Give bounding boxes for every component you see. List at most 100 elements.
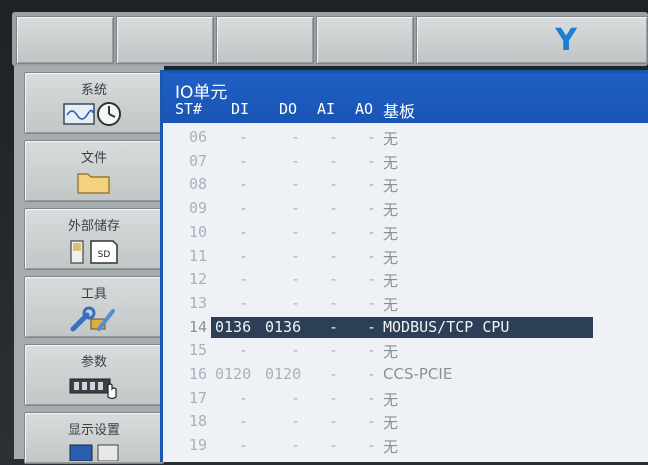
cell-board: 无 xyxy=(383,153,399,172)
cell-ai: - xyxy=(329,365,339,383)
cell-do: 0120 xyxy=(265,365,302,383)
side-menu: 系统 文件 外部储存 SD 工具 参数 显示设置 xyxy=(14,66,164,464)
cell-do: - xyxy=(291,436,301,455)
cell-st: 09 xyxy=(189,199,208,218)
cell-do: - xyxy=(291,388,301,407)
cell-st: 08 xyxy=(189,175,208,194)
column-header-di: DI xyxy=(231,100,250,118)
cell-st: 13 xyxy=(189,293,208,312)
table-row[interactable]: 10- - - - 无 xyxy=(163,221,648,244)
cell-di: - xyxy=(239,270,249,289)
cell-di: - xyxy=(239,341,249,360)
menu-button-system[interactable]: 系统 xyxy=(24,72,164,134)
column-header-ai: AI xyxy=(317,100,336,118)
cell-do: 0136 xyxy=(265,317,302,336)
cell-ao: - xyxy=(367,317,377,336)
table-row[interactable]: 13- - - - 无 xyxy=(163,292,648,315)
cell-board: 无 xyxy=(383,343,399,362)
softkey-2[interactable] xyxy=(116,16,214,64)
cell-st: 06 xyxy=(189,128,208,146)
cell-ai: - xyxy=(329,293,339,312)
cell-do: - xyxy=(291,222,301,241)
softkey-4[interactable] xyxy=(316,16,414,64)
parameter-icon xyxy=(68,373,120,405)
cell-di: - xyxy=(239,293,249,312)
cell-do: - xyxy=(291,175,301,194)
table-row[interactable]: 15- - - - 无 xyxy=(163,339,648,362)
column-header-do: DO xyxy=(279,100,298,118)
cell-ai: - xyxy=(329,128,339,146)
menu-label: 工具 xyxy=(80,287,107,302)
cell-ai: - xyxy=(329,436,339,455)
cell-ai: - xyxy=(329,388,339,407)
cell-do: - xyxy=(291,246,301,265)
cell-st: 14 xyxy=(189,317,208,336)
system-clock-icon xyxy=(62,101,126,131)
menu-label: 外部储存 xyxy=(67,219,120,234)
menu-button-tools[interactable]: 工具 xyxy=(24,276,164,338)
menu-label: 文件 xyxy=(80,151,107,166)
cell-ai: - xyxy=(329,222,339,241)
menu-button-display-settings[interactable]: 显示设置 xyxy=(24,412,164,464)
softkey-1[interactable] xyxy=(16,16,114,64)
cell-ao: - xyxy=(367,436,377,455)
softkey-3[interactable] xyxy=(216,16,314,64)
cell-di: - xyxy=(239,436,249,455)
cell-board: MODBUS/TCP CPU xyxy=(383,317,510,336)
menu-button-file[interactable]: 文件 xyxy=(24,140,164,202)
column-header-st: ST# xyxy=(175,100,203,118)
display-settings-icon xyxy=(64,441,124,465)
tools-icon xyxy=(69,305,119,337)
cell-ai: - xyxy=(329,151,339,170)
cell-ao: - xyxy=(367,246,377,265)
cell-board: 无 xyxy=(383,248,399,267)
cell-ai: - xyxy=(329,270,339,289)
table-row[interactable]: 18- - - - 无 xyxy=(163,410,648,433)
table-row[interactable]: 14 0136 0136- - MODBUS/TCP CPU xyxy=(163,316,648,339)
menu-label: 系统 xyxy=(80,83,107,98)
column-header-board: 基板 xyxy=(383,102,416,121)
cell-ao: - xyxy=(367,293,377,312)
cell-board: 无 xyxy=(383,390,399,409)
menu-label: 参数 xyxy=(80,355,107,370)
cell-board: 无 xyxy=(383,177,399,196)
cell-do: - xyxy=(291,293,301,312)
softkey-y[interactable]: Y xyxy=(416,16,648,64)
table-row[interactable]: 19- - - - 无 xyxy=(163,434,648,457)
cell-board: 无 xyxy=(383,414,399,433)
table-row[interactable]: 08- - - - 无 xyxy=(163,173,648,196)
table-row[interactable]: 16 0120 0120- - CCS-PCIE xyxy=(163,363,648,386)
cell-board: 无 xyxy=(383,201,399,220)
cell-ao: - xyxy=(367,365,377,383)
cell-ai: - xyxy=(329,412,339,431)
menu-button-parameters[interactable]: 参数 xyxy=(24,344,164,406)
cell-ao: - xyxy=(367,128,377,146)
cell-board: 无 xyxy=(383,438,399,457)
cell-di: - xyxy=(239,199,249,218)
cell-st: 18 xyxy=(189,412,208,431)
cell-ao: - xyxy=(367,270,377,289)
table-row[interactable]: 06- - - - 无 xyxy=(163,126,648,149)
menu-button-external-storage[interactable]: 外部储存 SD xyxy=(24,208,164,270)
cell-st: 10 xyxy=(189,222,208,241)
cell-ai: - xyxy=(329,199,339,218)
cell-di: 0120 xyxy=(215,365,252,383)
cell-ao: - xyxy=(367,412,377,431)
menu-label: 显示设置 xyxy=(67,423,120,438)
cell-di: - xyxy=(239,128,249,146)
softkey-y-label: Y xyxy=(555,23,577,58)
column-header-ao: AO xyxy=(355,100,374,118)
cell-st: 11 xyxy=(189,246,208,265)
table-row[interactable]: 07- - - - 无 xyxy=(163,150,648,173)
table-row[interactable]: 17- - - - 无 xyxy=(163,387,648,410)
table-row[interactable]: 12- - - - 无 xyxy=(163,268,648,291)
folder-icon xyxy=(76,169,112,199)
table-row[interactable]: 09- - - - 无 xyxy=(163,197,648,220)
cell-st: 12 xyxy=(189,270,208,289)
cell-do: - xyxy=(291,341,301,360)
cell-ai: - xyxy=(329,175,339,194)
cell-st: 16 xyxy=(189,365,208,383)
table-row[interactable]: 11- - - - 无 xyxy=(163,245,648,268)
cell-di: - xyxy=(239,412,249,431)
cell-di: - xyxy=(239,246,249,265)
